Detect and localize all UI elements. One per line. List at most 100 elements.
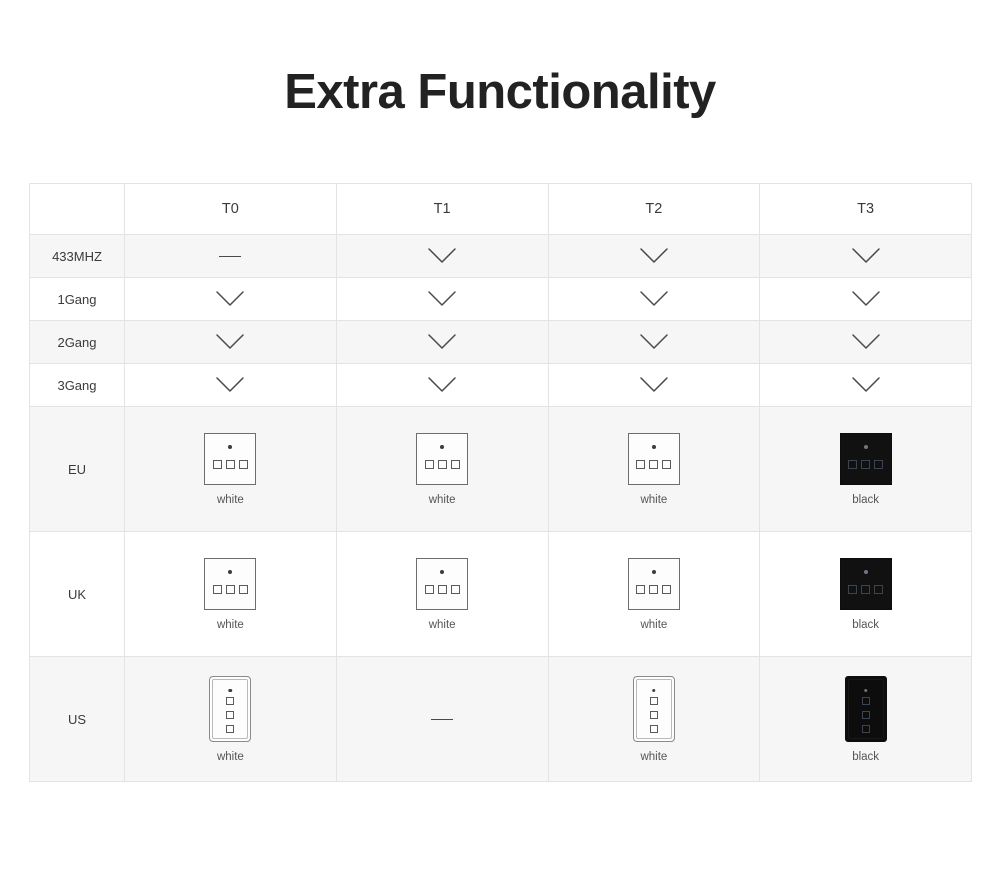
us-switch-icon xyxy=(209,675,252,742)
table-cell: white xyxy=(124,531,337,657)
touch-key-icon xyxy=(649,460,659,469)
touch-key-group xyxy=(212,460,248,469)
color-variant-label: white xyxy=(428,618,456,631)
column-header-t1: T1 xyxy=(335,183,549,235)
table-cell xyxy=(124,234,337,278)
touch-key-icon xyxy=(450,585,460,594)
table-cell: white xyxy=(335,406,549,532)
indicator-led-icon xyxy=(863,569,868,574)
table-row: EU white white white black xyxy=(29,406,972,532)
check-mark xyxy=(760,235,971,277)
touch-key-icon xyxy=(226,725,235,733)
check-mark xyxy=(760,278,971,320)
table-cell: black xyxy=(759,531,972,657)
touch-key-icon xyxy=(861,697,870,705)
check-icon xyxy=(640,291,668,306)
switch-product-figure: white xyxy=(337,532,548,656)
table-row: 433MHZ xyxy=(29,234,972,278)
check-icon xyxy=(851,377,880,392)
indicator-led-icon xyxy=(651,569,656,574)
indicator-led-icon xyxy=(440,569,445,574)
row-label-3gang: 3Gang xyxy=(29,363,125,407)
extra-functionality-page: Extra Functionality T0 T1 T2 T3 433MHZ 1G… xyxy=(0,0,1000,885)
table-cell xyxy=(759,234,972,278)
check-mark xyxy=(549,364,760,406)
touch-key-icon xyxy=(437,585,447,594)
color-variant-label: black xyxy=(852,618,880,631)
check-icon xyxy=(851,248,880,263)
touch-key-icon xyxy=(662,460,672,469)
check-mark xyxy=(337,321,548,363)
table-row: 1Gang xyxy=(29,277,972,321)
touch-key-group xyxy=(848,460,884,469)
not-available-mark xyxy=(337,657,548,781)
table-cell: black xyxy=(759,656,972,782)
column-header-t3: T3 xyxy=(759,183,972,235)
row-label-uk: UK xyxy=(29,531,125,657)
touch-key-icon xyxy=(649,711,658,719)
dash-icon xyxy=(219,255,242,257)
table-cell: white xyxy=(124,406,337,532)
column-header-t2: T2 xyxy=(547,183,761,235)
table-row: US white white black xyxy=(29,656,972,782)
touch-key-icon xyxy=(874,460,884,469)
check-mark xyxy=(125,364,336,406)
touch-key-icon xyxy=(450,460,460,469)
switch-product-figure: black xyxy=(760,532,971,656)
check-mark xyxy=(760,364,971,406)
table-cell: white xyxy=(547,406,761,532)
touch-key-group xyxy=(226,697,235,733)
touch-key-icon xyxy=(212,585,222,594)
switch-product-figure: white xyxy=(549,657,760,781)
check-icon xyxy=(428,377,456,392)
touch-key-icon xyxy=(424,460,434,469)
switch-product-figure: white xyxy=(337,407,548,531)
color-variant-label: black xyxy=(852,493,880,506)
table-cell: white xyxy=(124,656,337,782)
indicator-led-icon xyxy=(228,688,233,692)
row-label-1gang: 1Gang xyxy=(29,277,125,321)
touch-key-icon xyxy=(649,697,658,705)
indicator-led-icon xyxy=(652,688,656,692)
touch-key-icon xyxy=(861,585,871,594)
check-icon xyxy=(640,334,668,349)
touch-key-icon xyxy=(649,725,658,733)
touch-key-icon xyxy=(649,585,659,594)
table-cell xyxy=(335,234,549,278)
color-variant-label: white xyxy=(428,493,456,506)
color-variant-label: white xyxy=(216,493,244,506)
switch-product-figure: white xyxy=(549,407,760,531)
check-mark xyxy=(337,278,548,320)
switch-product-figure: black xyxy=(760,657,971,781)
table-row: UK white white white black xyxy=(29,531,972,657)
specification-table: T0 T1 T2 T3 433MHZ 1Gang 2Gang 3Gang EU white… xyxy=(29,183,972,782)
touch-key-icon xyxy=(662,585,672,594)
color-variant-label: white xyxy=(640,618,668,631)
square-switch-icon xyxy=(839,557,892,610)
table-cell xyxy=(124,277,337,321)
switch-product-figure: white xyxy=(125,407,336,531)
check-mark xyxy=(125,321,336,363)
table-row: 3Gang xyxy=(29,363,972,407)
check-icon xyxy=(216,334,245,349)
touch-key-icon xyxy=(225,585,235,594)
touch-key-icon xyxy=(636,460,646,469)
table-cell xyxy=(547,320,761,364)
indicator-led-icon xyxy=(228,569,233,574)
column-header-blank xyxy=(29,183,125,235)
square-switch-icon xyxy=(204,557,257,610)
check-mark xyxy=(549,321,760,363)
indicator-led-icon xyxy=(863,688,868,692)
touch-key-icon xyxy=(424,585,434,594)
touch-key-icon xyxy=(861,711,870,719)
check-icon xyxy=(216,291,245,306)
table-cell xyxy=(547,234,761,278)
check-icon xyxy=(640,377,668,392)
touch-key-icon xyxy=(861,460,871,469)
us-switch-icon xyxy=(632,675,675,742)
square-switch-icon xyxy=(416,432,469,485)
table-body: 433MHZ 1Gang 2Gang 3Gang EU white white white bl… xyxy=(29,234,972,782)
check-mark xyxy=(337,235,548,277)
indicator-led-icon xyxy=(228,444,233,449)
color-variant-label: white xyxy=(216,618,244,631)
